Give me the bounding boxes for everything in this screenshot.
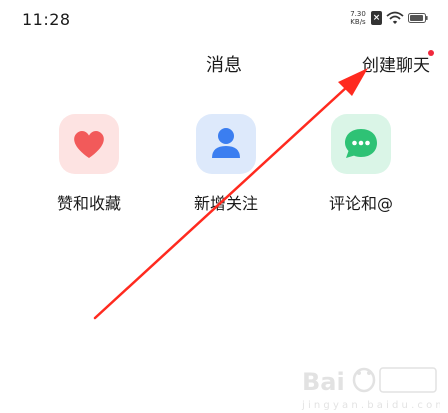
network-speed: 7.30 KB/s: [347, 10, 369, 26]
heart-icon: [74, 131, 104, 158]
network-speed-value: 7.30: [350, 10, 366, 18]
likes-and-saves-label: 赞和收藏: [56, 194, 121, 213]
baidu-jingyan-watermark: Bai j i n g y a n . b a i d u . c o m: [301, 367, 440, 411]
person-icon: [212, 128, 240, 158]
svg-text:Bai: Bai: [302, 368, 345, 396]
battery-icon: [408, 13, 428, 23]
likes-and-saves-tile[interactable]: [59, 114, 119, 174]
network-speed-unit: KB/s: [350, 18, 366, 26]
comments-and-mentions-label: 评论和@: [328, 194, 393, 213]
new-followers-tile[interactable]: [196, 114, 256, 174]
create-chat-badge-dot: [428, 50, 434, 56]
svg-text:j i n g y a n . b a i d u . c: j i n g y a n . b a i d u . c o m: [301, 400, 440, 411]
status-time: 11:28: [22, 10, 71, 29]
sim-off-icon: ×: [371, 11, 382, 25]
messages-screen: 11:28 7.30 KB/s × 消息 创建聊天 赞和收藏 新增关注 评论和@…: [0, 0, 448, 413]
wifi-icon: [386, 11, 404, 24]
new-followers-label: 新增关注: [193, 194, 258, 213]
chat-bubble-icon: [345, 129, 377, 158]
create-chat-button[interactable]: 创建聊天: [362, 51, 430, 76]
comments-and-mentions-tile[interactable]: [331, 114, 391, 174]
